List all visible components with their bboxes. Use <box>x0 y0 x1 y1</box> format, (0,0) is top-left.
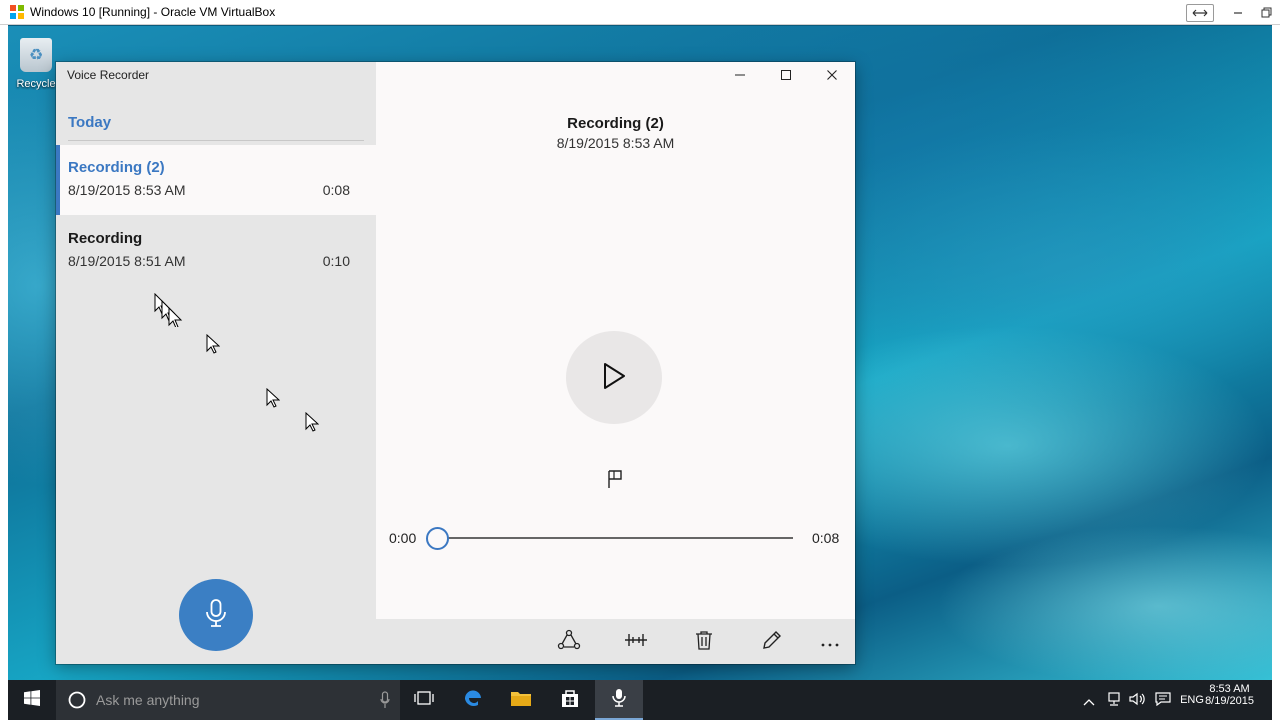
task-view-button[interactable] <box>400 680 448 720</box>
delete-button[interactable] <box>691 629 717 655</box>
voice-recorder-window: Voice Recorder Today Recording (2) 8/19/… <box>56 62 855 664</box>
host-frame-left <box>0 25 8 720</box>
delete-icon <box>695 630 713 654</box>
start-button[interactable] <box>8 680 56 720</box>
recording-date: 8/19/2015 8:53 AM <box>68 182 186 198</box>
recycle-bin-shortcut[interactable]: ♻ Recycle <box>12 38 60 90</box>
recording-date: 8/19/2015 8:51 AM <box>68 253 186 269</box>
more-button[interactable] <box>817 629 843 655</box>
minimize-button[interactable] <box>717 62 763 88</box>
volume-icon <box>1129 691 1147 710</box>
recording-name: Recording <box>68 230 143 247</box>
recording-name: Recording (2) <box>68 159 165 176</box>
file-explorer-button[interactable] <box>497 680 545 720</box>
host-window-title: Windows 10 [Running] - Oracle VM Virtual… <box>30 5 276 19</box>
add-marker-button[interactable] <box>603 469 627 493</box>
host-restore-button[interactable] <box>1252 3 1280 23</box>
play-icon <box>601 361 627 395</box>
progress-thumb[interactable] <box>426 527 449 550</box>
store-icon <box>560 688 580 712</box>
progress-track[interactable] <box>437 537 793 539</box>
host-titlebar: Windows 10 [Running] - Oracle VM Virtual… <box>0 0 1280 25</box>
recordings-pane: Voice Recorder Today Recording (2) 8/19/… <box>56 62 376 664</box>
network-icon <box>1106 691 1122 710</box>
section-header-today: Today <box>68 114 112 131</box>
share-icon <box>557 629 581 655</box>
mouse-cursor-icon <box>305 412 319 432</box>
edge-browser-button[interactable] <box>449 680 497 720</box>
elapsed-time: 0:00 <box>389 530 417 546</box>
host-resize-icon[interactable] <box>1186 3 1214 22</box>
section-divider <box>68 140 364 141</box>
host-minimize-button[interactable] <box>1224 3 1252 23</box>
maximize-button[interactable] <box>763 62 809 88</box>
trim-icon <box>624 630 648 654</box>
play-button[interactable] <box>566 331 662 424</box>
volume-button[interactable] <box>1126 680 1150 720</box>
input-language-button[interactable]: ENG <box>1176 680 1208 720</box>
clock-date: 8/19/2015 <box>1205 695 1254 707</box>
recycle-bin-label: Recycle <box>16 78 56 90</box>
recording-title: Recording (2) <box>567 115 664 132</box>
record-button[interactable] <box>179 579 253 651</box>
recording-list-item-selected[interactable]: Recording (2) 8/19/2015 8:53 AM 0:08 <box>56 145 376 215</box>
flag-icon <box>606 469 624 493</box>
more-icon <box>820 633 840 652</box>
microphone-icon[interactable] <box>380 691 390 713</box>
rename-icon <box>761 629 783 655</box>
voice-recorder-app-icon <box>609 687 629 711</box>
command-bar <box>376 619 855 664</box>
recycle-bin-icon: ♻ <box>20 38 52 72</box>
search-placeholder: Ask me anything <box>96 692 200 708</box>
taskbar: Ask me anything ENG 8:53 AM 8/19/2015 <box>8 680 1272 720</box>
recording-duration: 0:08 <box>322 182 350 198</box>
host-frame-right <box>1272 25 1280 720</box>
system-clock[interactable]: 8:53 AM 8/19/2015 <box>1205 683 1254 707</box>
windows-logo-icon <box>24 690 40 710</box>
clock-time: 8:53 AM <box>1209 683 1250 695</box>
edge-icon <box>462 687 484 713</box>
folder-icon <box>510 689 532 711</box>
rename-button[interactable] <box>759 629 785 655</box>
mouse-cursor-icon <box>206 334 220 354</box>
virtualbox-app-icon <box>9 4 25 20</box>
recording-duration: 0:10 <box>322 253 350 269</box>
show-hidden-icons-button[interactable] <box>1078 680 1100 720</box>
microphone-icon <box>205 598 227 632</box>
task-view-icon <box>414 690 434 710</box>
mouse-cursor-icon <box>266 388 280 408</box>
chevron-up-icon <box>1083 691 1095 710</box>
language-indicator: ENG <box>1180 694 1204 706</box>
app-title: Voice Recorder <box>67 68 150 82</box>
total-time: 0:08 <box>812 530 840 546</box>
voice-recorder-taskbar-button[interactable] <box>595 680 643 720</box>
cortana-search-box[interactable]: Ask me anything <box>56 680 400 720</box>
store-button[interactable] <box>546 680 594 720</box>
share-button[interactable] <box>556 629 582 655</box>
mouse-cursor-icon <box>154 293 183 327</box>
notification-icon <box>1155 691 1171 710</box>
network-button[interactable] <box>1102 680 1126 720</box>
recording-timestamp: 8/19/2015 8:53 AM <box>556 135 675 151</box>
cortana-icon <box>68 691 86 709</box>
close-button[interactable] <box>809 62 855 88</box>
action-center-button[interactable] <box>1151 680 1175 720</box>
trim-button[interactable] <box>623 629 649 655</box>
recording-list-item[interactable]: Recording 8/19/2015 8:51 AM 0:10 <box>56 216 376 286</box>
